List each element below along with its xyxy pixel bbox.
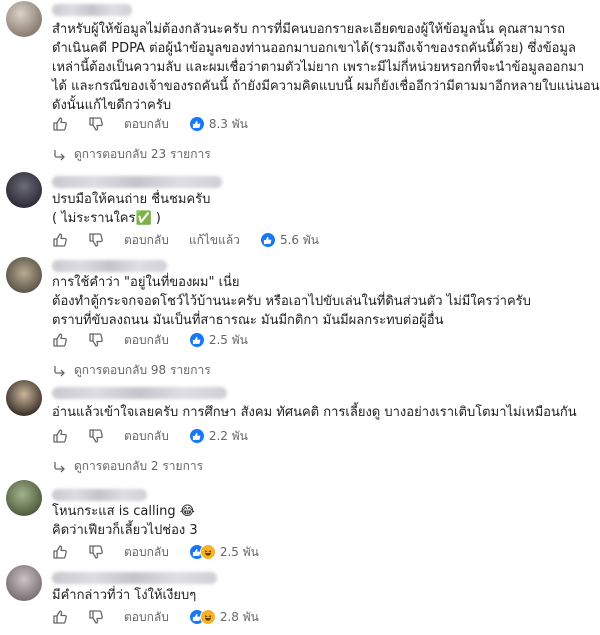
commenter-name-blurred[interactable] xyxy=(52,4,132,16)
like-icon[interactable] xyxy=(52,544,68,560)
comment-2: ปรบมือให้คนถ่าย ชื่นชมครับ ( ไม่ระรานใคร… xyxy=(0,168,600,256)
comment-line: ตราบที่ขับลงถนน มันเป็นที่สาธารณะ มันมีก… xyxy=(52,313,444,328)
reaction-summary[interactable]: 8.3 พัน xyxy=(188,115,248,134)
reply-arrow-icon xyxy=(54,149,65,160)
dislike-icon[interactable] xyxy=(88,609,104,625)
reply-button[interactable]: ตอบกลับ xyxy=(124,115,169,134)
dislike-icon[interactable] xyxy=(88,544,104,560)
reaction-count: 8.3 พัน xyxy=(208,116,248,131)
comment-text: สำหรับผู้ให้ข้อมูลไม่ต้องกลัวนะครับ การท… xyxy=(52,20,600,115)
reaction-summary[interactable]: 5.6 พัน xyxy=(259,231,319,250)
dislike-icon[interactable] xyxy=(88,428,104,444)
comment-line: คิดว่าเฟียวก็เลี้ยวไปช่อง 3 xyxy=(52,523,198,538)
avatar[interactable] xyxy=(6,480,42,516)
like-reaction-icon xyxy=(188,116,205,132)
comment-line: ต้องทำตู้กระจกจอดโชว์ไว้บ้านนะครับ หรือเ… xyxy=(52,294,531,309)
dislike-icon[interactable] xyxy=(88,332,104,348)
like-reaction-icon xyxy=(188,332,205,348)
comment-text: อ่านแล้วเข้าใจเลยครับ การศึกษา สังคม ทัศ… xyxy=(52,403,592,422)
commenter-name-blurred[interactable] xyxy=(52,176,222,188)
edited-label: แก้ไขแล้ว xyxy=(188,232,240,247)
like-icon[interactable] xyxy=(52,116,68,132)
reaction-count: 2.5 พัน xyxy=(219,544,259,559)
reaction-count: 2.8 พัน xyxy=(219,609,259,624)
comment-line: ( ไม่ระรานใคร✅ ) xyxy=(52,211,161,226)
comment-text: โหนกระแส is calling 😂 คิดว่าเฟียวก็เลี้ย… xyxy=(52,502,592,540)
commenter-name-blurred[interactable] xyxy=(52,260,167,272)
reaction-count: 2.5 พัน xyxy=(208,332,248,347)
reply-button[interactable]: ตอบกลับ xyxy=(124,543,169,562)
like-reaction-icon xyxy=(259,232,276,248)
comment-actions: ตอบกลับ 2.5 พัน xyxy=(52,329,248,351)
haha-reaction-icon xyxy=(199,609,216,625)
view-replies-link[interactable]: ดูการตอบกลับ 2 รายการ xyxy=(52,457,203,476)
like-icon[interactable] xyxy=(52,232,68,248)
comment-actions: ตอบกลับ 8.3 พัน xyxy=(52,113,248,135)
comment-actions: ตอบกลับ 2.8 พัน xyxy=(52,606,259,628)
reply-button[interactable]: ตอบกลับ xyxy=(124,331,169,350)
view-replies-label: ดูการตอบกลับ 23 รายการ xyxy=(74,147,211,161)
like-reaction-icon xyxy=(188,428,205,444)
comment-line: โหนกระแส is calling 😂 xyxy=(52,504,195,519)
like-icon[interactable] xyxy=(52,428,68,444)
avatar[interactable] xyxy=(6,172,42,208)
comment-line: มีคำกล่าวที่ว่า โง่ให้เงียบๆ xyxy=(52,588,197,603)
avatar[interactable] xyxy=(6,565,42,601)
haha-reaction-icon xyxy=(199,544,216,560)
comment-6: มีคำกล่าวที่ว่า โง่ให้เงียบๆ ตอบกลับ 2.8… xyxy=(0,560,600,635)
reaction-count: 5.6 พัน xyxy=(279,232,319,247)
comment-text: ปรบมือให้คนถ่าย ชื่นชมครับ ( ไม่ระรานใคร… xyxy=(52,190,592,228)
like-icon[interactable] xyxy=(52,609,68,625)
avatar[interactable] xyxy=(6,257,42,293)
reaction-summary[interactable]: 2.5 พัน xyxy=(188,331,248,350)
comment-3: การใช้คำว่า "อยู่ในที่ของผม" เนี่ย ต้องท… xyxy=(0,256,600,377)
reply-button[interactable]: ตอบกลับ xyxy=(124,231,169,250)
dislike-icon[interactable] xyxy=(88,232,104,248)
reaction-summary[interactable]: 2.2 พัน xyxy=(188,427,248,446)
comment-line: ได้ และกรณีของเจ้าของรถคันนี้ ถ้ายังมีคว… xyxy=(52,79,600,94)
comment-actions: ตอบกลับ แก้ไขแล้ว 5.6 พัน xyxy=(52,229,319,251)
commenter-name-blurred[interactable] xyxy=(52,387,227,399)
comment-1: สำหรับผู้ให้ข้อมูลไม่ต้องกลัวนะครับ การท… xyxy=(0,0,600,168)
reply-button[interactable]: ตอบกลับ xyxy=(124,427,169,446)
comment-text: มีคำกล่าวที่ว่า โง่ให้เงียบๆ xyxy=(52,586,592,605)
comment-line: อ่านแล้วเข้าใจเลยครับ การศึกษา สังคม ทัศ… xyxy=(52,405,577,420)
comment-4: อ่านแล้วเข้าใจเลยครับ การศึกษา สังคม ทัศ… xyxy=(0,376,600,476)
comment-line: การใช้คำว่า "อยู่ในที่ของผม" เนี่ย xyxy=(52,275,240,290)
comment-line: ดำเนินคดี PDPA ต่อผู้นำข้อมูลของท่านออกม… xyxy=(52,41,576,56)
reply-arrow-icon xyxy=(54,461,65,472)
avatar[interactable] xyxy=(6,1,42,37)
avatar[interactable] xyxy=(6,380,42,416)
view-replies-label: ดูการตอบกลับ 2 รายการ xyxy=(74,459,204,473)
commenter-name-blurred[interactable] xyxy=(52,489,147,501)
reaction-count: 2.2 พัน xyxy=(208,428,248,443)
dislike-icon[interactable] xyxy=(88,116,104,132)
comment-line: เหล่านี้ต้องเป็นความลับ และผมเชื่อว่าตาม… xyxy=(52,60,585,75)
comment-actions: ตอบกลับ 2.2 พัน xyxy=(52,425,248,447)
comment-line: ปรบมือให้คนถ่าย ชื่นชมครับ xyxy=(52,192,211,207)
reply-button[interactable]: ตอบกลับ xyxy=(124,608,169,627)
comment-text: การใช้คำว่า "อยู่ในที่ของผม" เนี่ย ต้องท… xyxy=(52,273,592,330)
comment-5: โหนกระแส is calling 😂 คิดว่าเฟียวก็เลี้ย… xyxy=(0,476,600,560)
commenter-name-blurred[interactable] xyxy=(52,572,217,584)
view-replies-link[interactable]: ดูการตอบกลับ 23 รายการ xyxy=(52,145,211,164)
reaction-summary[interactable]: 2.8 พัน xyxy=(188,608,259,627)
like-icon[interactable] xyxy=(52,332,68,348)
reaction-summary[interactable]: 2.5 พัน xyxy=(188,543,259,562)
comment-line: สำหรับผู้ให้ข้อมูลไม่ต้องกลัวนะครับ การท… xyxy=(52,22,565,37)
